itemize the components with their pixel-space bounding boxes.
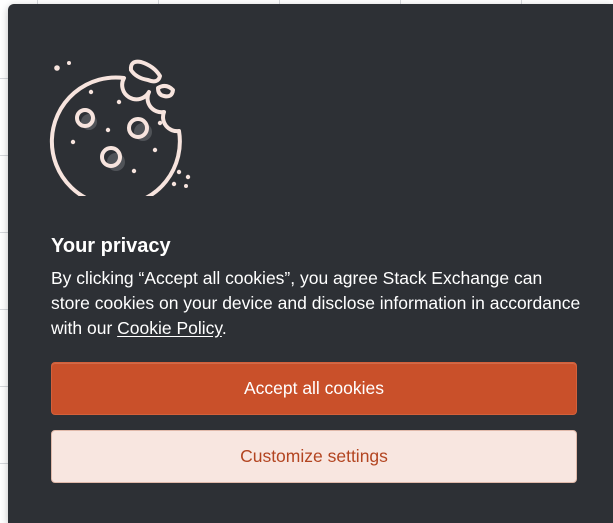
cookie-policy-link[interactable]: Cookie Policy [117, 318, 222, 338]
background-divider [0, 232, 8, 233]
cookie-icon [49, 59, 191, 196]
privacy-description: By clicking “Accept all cookies”, you ag… [51, 266, 581, 341]
cookie-consent-banner: Your privacy By clicking “Accept all coo… [8, 4, 613, 523]
accept-all-cookies-button[interactable]: Accept all cookies [51, 362, 577, 415]
background-divider [0, 78, 8, 79]
background-divider [0, 463, 8, 464]
background-divider [0, 386, 8, 387]
customize-settings-button[interactable]: Customize settings [51, 430, 577, 483]
privacy-description-end: . [221, 318, 227, 338]
background-divider [0, 155, 8, 156]
background-divider [0, 309, 8, 310]
privacy-title: Your privacy [51, 235, 171, 257]
